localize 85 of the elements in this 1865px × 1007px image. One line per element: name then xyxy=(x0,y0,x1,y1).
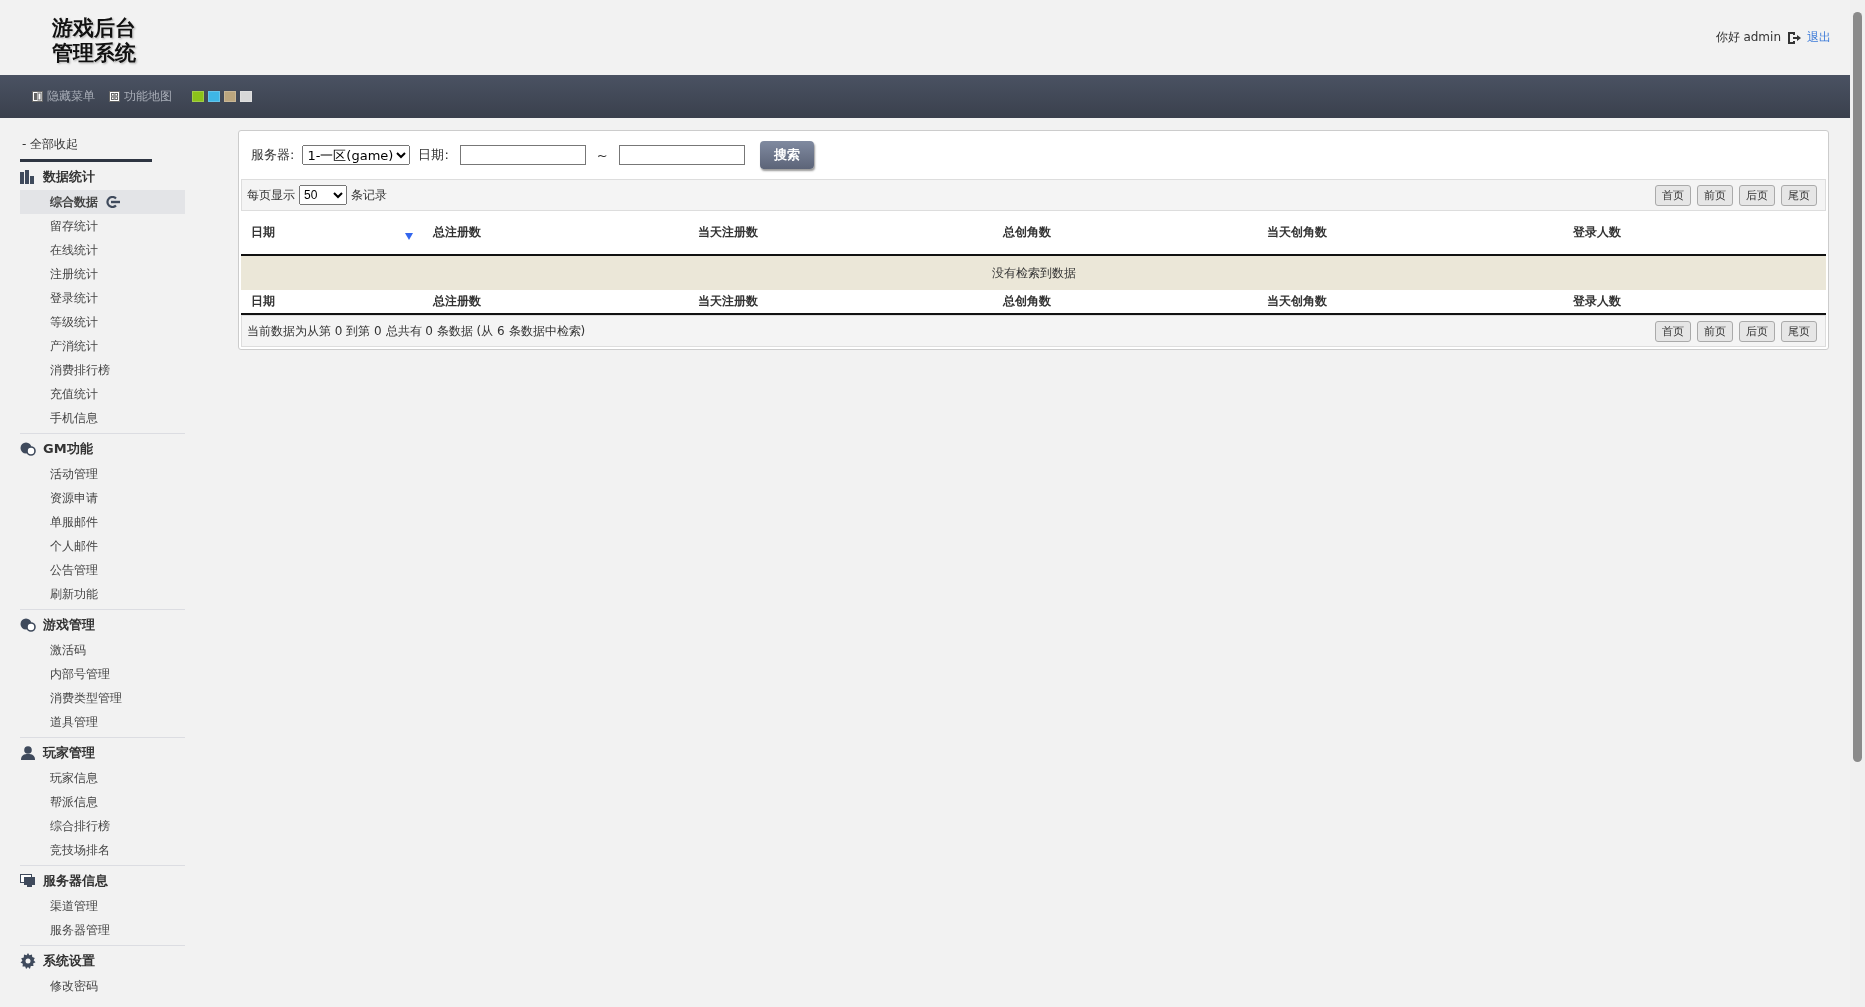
pager-button[interactable]: 尾页 xyxy=(1781,184,1817,206)
menu-group-title[interactable]: GM功能 xyxy=(43,440,93,458)
menu-item[interactable]: 个人邮件 xyxy=(20,534,185,558)
theme-swatch[interactable] xyxy=(224,91,236,102)
menu-item[interactable]: 手机信息 xyxy=(20,406,185,430)
logo-text: 游戏后台 管理系统 xyxy=(52,13,136,65)
columns-icon xyxy=(32,91,43,102)
column-header[interactable]: 日期 xyxy=(251,224,275,241)
server-label: 服务器: xyxy=(251,146,295,164)
pager-button[interactable]: 首页 xyxy=(1655,320,1691,342)
date-label: 日期: xyxy=(418,146,449,164)
menu-item[interactable]: 服务器管理 xyxy=(20,918,185,942)
monitor-icon xyxy=(20,874,36,888)
pager-button[interactable]: 前页 xyxy=(1697,320,1733,342)
menu-item[interactable]: 留存统计 xyxy=(20,214,185,238)
menu-item[interactable]: 帮派信息 xyxy=(20,790,185,814)
menu-item[interactable]: 刷新功能 xyxy=(20,582,185,606)
menu-item[interactable]: 竞技场排名 xyxy=(20,838,185,862)
menu-item[interactable]: 产消统计 xyxy=(20,334,185,358)
menu-item[interactable]: 综合排行榜 xyxy=(20,814,185,838)
menu-item[interactable]: 注册统计 xyxy=(20,262,185,286)
empty-row: 没有检索到数据 xyxy=(241,256,1826,290)
table-info: 当前数据为从第 0 到第 0 总共有 0 条数据 (从 6 条数据中检索) xyxy=(247,322,586,340)
menu-group-title[interactable]: 数据统计 xyxy=(43,168,95,186)
theme-swatch[interactable] xyxy=(208,91,220,102)
menu-item[interactable]: 资源申请 xyxy=(20,486,185,510)
menu-item[interactable]: 综合数据 xyxy=(20,190,185,214)
menu-group-title[interactable]: 玩家管理 xyxy=(43,744,95,762)
menu-item[interactable]: 等级统计 xyxy=(20,310,185,334)
menu-item[interactable]: 修改密码 xyxy=(20,974,185,998)
column-footer: 总注册数 xyxy=(433,293,481,310)
column-footer: 总创角数 xyxy=(1003,293,1051,310)
column-footer: 日期 xyxy=(251,293,275,310)
server-select[interactable]: 1-一区(game) xyxy=(302,145,411,165)
circles-icon xyxy=(20,618,36,632)
toolbar-button[interactable]: 功能地图 xyxy=(105,88,176,105)
column-header[interactable]: 当天注册数 xyxy=(698,224,758,241)
menu-item[interactable]: 消费类型管理 xyxy=(20,686,185,710)
menu-group-title[interactable]: 服务器信息 xyxy=(43,872,108,890)
circles-icon xyxy=(20,442,36,456)
column-header[interactable]: 当天创角数 xyxy=(1267,224,1327,241)
logout-link[interactable]: 退出 xyxy=(1807,29,1831,46)
pager-button[interactable]: 首页 xyxy=(1655,184,1691,206)
menu-item[interactable]: 道具管理 xyxy=(20,710,185,734)
collapse-all-link[interactable]: - 全部收起 xyxy=(20,132,152,162)
menu-item[interactable]: 激活码 xyxy=(20,638,185,662)
menu-item[interactable]: 在线统计 xyxy=(20,238,185,262)
bar-chart-icon xyxy=(20,170,36,184)
pager-button[interactable]: 前页 xyxy=(1697,184,1733,206)
toolbar-button[interactable]: 隐藏菜单 xyxy=(28,88,99,105)
pager-button[interactable]: 后页 xyxy=(1739,184,1775,206)
menu-item[interactable]: 活动管理 xyxy=(20,462,185,486)
theme-swatch[interactable] xyxy=(192,91,204,102)
page-size-select[interactable]: 50 xyxy=(299,185,347,205)
search-button[interactable]: 搜索 xyxy=(759,141,814,169)
exit-door-icon xyxy=(1787,30,1801,45)
menu-item[interactable]: 渠道管理 xyxy=(20,894,185,918)
menu-item[interactable]: 公告管理 xyxy=(20,558,185,582)
column-footer: 登录人数 xyxy=(1573,293,1621,310)
menu-item[interactable]: 玩家信息 xyxy=(20,766,185,790)
pager-button[interactable]: 后页 xyxy=(1739,320,1775,342)
greeting: 你好 admin xyxy=(1715,29,1781,46)
menu-item[interactable]: 登录统计 xyxy=(20,286,185,310)
grid-icon xyxy=(109,91,120,102)
column-header[interactable]: 总创角数 xyxy=(1003,224,1051,241)
column-footer: 当天创角数 xyxy=(1267,293,1327,310)
date-separator: ~ xyxy=(596,147,608,163)
menu-group-title[interactable]: 系统设置 xyxy=(43,952,95,970)
end-date-field[interactable] xyxy=(618,145,745,165)
person-icon xyxy=(20,746,36,760)
column-header[interactable]: 登录人数 xyxy=(1573,224,1621,241)
start-date-field[interactable] xyxy=(459,145,586,165)
page-size-label: 每页显示 xyxy=(247,186,295,204)
menu-group-title[interactable]: 游戏管理 xyxy=(43,616,95,634)
menu-item[interactable]: 单服邮件 xyxy=(20,510,185,534)
pager-button[interactable]: 尾页 xyxy=(1781,320,1817,342)
settings-icon xyxy=(20,953,36,969)
refresh-icon xyxy=(106,196,120,208)
menu-item[interactable]: 内部号管理 xyxy=(20,662,185,686)
menu-item[interactable]: 充值统计 xyxy=(20,382,185,406)
column-header[interactable]: 总注册数 xyxy=(433,224,481,241)
menu-item[interactable]: 消费排行榜 xyxy=(20,358,185,382)
column-footer: 当天注册数 xyxy=(698,293,758,310)
page-size-suffix: 条记录 xyxy=(351,186,387,204)
theme-swatch[interactable] xyxy=(240,91,252,102)
